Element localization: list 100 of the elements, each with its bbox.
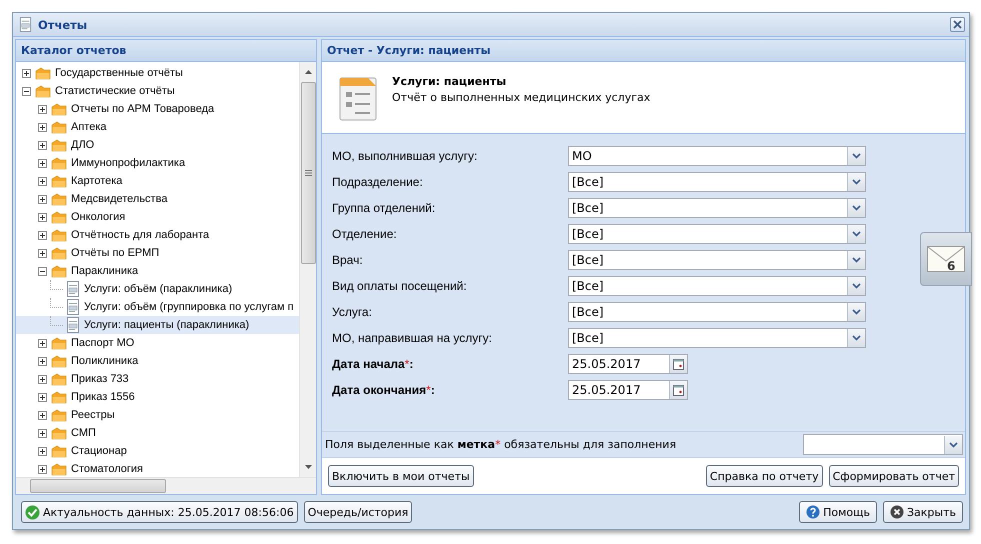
expand-icon[interactable] (38, 410, 47, 420)
expand-icon[interactable] (38, 356, 47, 366)
tree-item[interactable]: Паспорт МО (67, 337, 134, 349)
expand-icon[interactable] (38, 104, 47, 114)
expand-icon[interactable] (38, 464, 47, 474)
scrollbar[interactable] (299, 62, 316, 477)
tree-item[interactable]: Отчёты по ЕРМП (67, 247, 160, 259)
select-field[interactable]: [Все] (568, 172, 866, 192)
tree-item[interactable]: Отчеты по АРМ Товароведа (67, 103, 214, 115)
expand-icon[interactable] (38, 194, 47, 204)
field-label: Отделение: (332, 227, 398, 241)
folder-icon (51, 120, 67, 134)
envelope-icon (927, 246, 965, 272)
required-fields-note: Поля выделенные как метка* обязательны для заполнения (325, 438, 676, 451)
field-label: Дата окончания*: (332, 383, 436, 397)
dropdown-icon[interactable] (847, 277, 865, 295)
calendar-icon[interactable] (669, 355, 687, 373)
tree-item[interactable]: Приказ 733 (67, 373, 129, 385)
select-field[interactable]: [Все] (568, 224, 866, 244)
collapse-icon[interactable] (38, 266, 47, 276)
expand-icon[interactable] (38, 374, 47, 384)
tree-item[interactable]: Приказ 1556 (67, 391, 135, 403)
close-icon (890, 505, 904, 519)
dropdown-icon[interactable] (847, 225, 865, 243)
date-field[interactable]: 25.05.2017 (568, 354, 688, 374)
expand-icon[interactable] (38, 176, 47, 186)
report-help-button[interactable]: Справка по отчету (706, 465, 823, 487)
expand-icon[interactable] (38, 392, 47, 402)
field-label: Вид оплаты посещений: (332, 279, 468, 293)
dropdown-icon[interactable] (847, 199, 865, 217)
generate-report-button[interactable]: Сформировать отчет (828, 465, 959, 487)
dropdown-icon[interactable] (847, 173, 865, 191)
tree-item[interactable]: Картотека (67, 175, 122, 187)
select-field[interactable]: [Все] (568, 250, 866, 270)
tree-item[interactable]: Реестры (67, 409, 115, 421)
dropdown-icon[interactable] (847, 329, 865, 347)
dropdown-icon[interactable] (847, 303, 865, 321)
tree-item[interactable]: Услуги: объём (группировка по услугам п (16, 298, 299, 316)
help-button[interactable]: Помощь (799, 501, 877, 523)
field-label: Врач: (332, 253, 364, 267)
expand-icon[interactable] (38, 140, 47, 150)
tree-item[interactable]: СМП (67, 427, 96, 439)
select-field[interactable]: [Все] (568, 276, 866, 296)
field-label: Подразделение: (332, 175, 424, 189)
tree-item[interactable]: Стоматология (67, 463, 143, 475)
select-field[interactable]: МО (568, 146, 866, 166)
select-field[interactable]: [Все] (568, 328, 866, 348)
report-name: Услуги: пациенты (392, 75, 508, 88)
dropdown-icon[interactable] (944, 436, 962, 454)
queue-history-button[interactable]: Очередь/история (304, 501, 412, 523)
date-field[interactable]: 25.05.2017 (568, 380, 688, 400)
expand-icon[interactable] (38, 248, 47, 258)
tree-item[interactable]: Отчётность для лаборанта (67, 229, 210, 241)
tree-item[interactable]: ДЛО (67, 139, 94, 151)
folder-icon (51, 246, 67, 260)
tree-item[interactable]: Иммунопрофилактика (67, 157, 186, 169)
select-field[interactable]: [Все] (568, 198, 866, 218)
tree-item[interactable]: Аптека (67, 121, 106, 133)
expand-icon[interactable] (38, 446, 47, 456)
report-icon (66, 281, 80, 297)
calendar-icon[interactable] (669, 381, 687, 399)
expand-icon[interactable] (22, 68, 31, 78)
expand-icon[interactable] (38, 158, 47, 168)
help-icon (806, 505, 820, 519)
tree-item[interactable]: Услуги: объём (параклиника) (16, 280, 299, 298)
field-label: Услуга: (332, 305, 373, 319)
folder-icon (51, 156, 67, 170)
tree-item[interactable]: Параклиника (67, 265, 138, 277)
tree-item[interactable]: Онкология (67, 211, 126, 223)
tree-item[interactable]: Услуги: пациенты (параклиника) (16, 316, 299, 334)
tree-item[interactable]: Государственные отчёты (51, 67, 183, 79)
select-field[interactable] (803, 434, 963, 455)
tree-item[interactable]: Статистические отчёты (51, 85, 175, 97)
dropdown-icon[interactable] (847, 147, 865, 165)
folder-icon (51, 336, 67, 350)
messages-widget[interactable]: 6 (920, 232, 972, 286)
collapse-icon[interactable] (22, 86, 31, 96)
dropdown-icon[interactable] (847, 251, 865, 269)
close-icon[interactable] (950, 17, 965, 32)
report-icon (66, 317, 80, 333)
window-icon (19, 17, 32, 32)
expand-icon[interactable] (38, 122, 47, 132)
tree-item[interactable]: Медсвидетельства (67, 193, 168, 205)
folder-icon (51, 102, 67, 116)
add-to-my-reports-button[interactable]: Включить в мои отчеты (328, 465, 474, 487)
close-button[interactable]: Закрыть (883, 501, 963, 523)
expand-icon[interactable] (38, 212, 47, 222)
panel-title: Каталог отчетов (16, 40, 316, 62)
scrollbar[interactable] (16, 477, 316, 494)
scrollbar-thumb[interactable] (300, 82, 316, 264)
expand-icon[interactable] (38, 230, 47, 240)
select-field[interactable]: [Все] (568, 302, 866, 322)
data-freshness-button[interactable]: Актуальность данных: 25.05.2017 08:56:06 (21, 501, 298, 523)
expand-icon[interactable] (38, 428, 47, 438)
tree-item[interactable]: Стационар (67, 445, 127, 457)
scroll-up-icon[interactable] (304, 70, 312, 74)
expand-icon[interactable] (38, 338, 47, 348)
scroll-down-icon[interactable] (304, 465, 312, 469)
folder-icon (51, 192, 67, 206)
tree-item[interactable]: Поликлиника (67, 355, 138, 367)
